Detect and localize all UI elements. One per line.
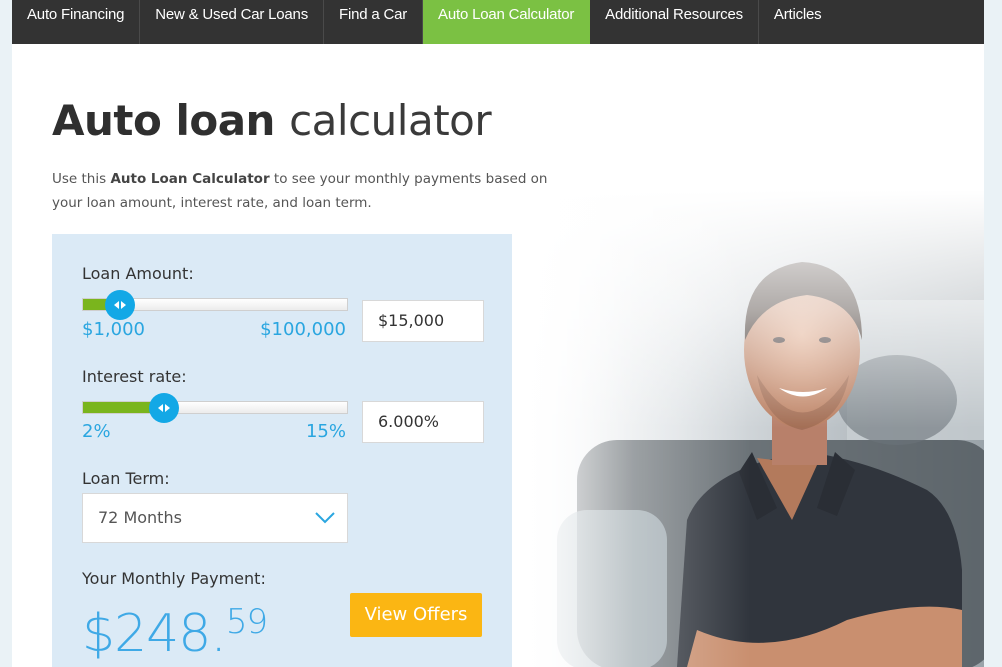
chevron-down-icon — [315, 512, 335, 524]
intro-text: Use this Auto Loan Calculator to see you… — [52, 167, 572, 215]
loan-term-label: Loan Term: — [82, 469, 170, 488]
loan-amount-min: $1,000 — [82, 319, 145, 340]
intro-bold: Auto Loan Calculator — [110, 171, 270, 187]
title-bold: Auto loan — [52, 96, 275, 145]
loan-amount-label: Loan Amount: — [82, 264, 194, 283]
payment-dollars: $248. — [82, 604, 227, 664]
calculator-panel: Loan Amount: $1,000 $100,000 $15,000 Int… — [52, 234, 512, 667]
title-light: calculator — [289, 96, 492, 145]
interest-rate-input[interactable]: 6.000% — [362, 401, 484, 443]
main-nav: Auto Financing New & Used Car Loans Find… — [12, 0, 984, 44]
payment-cents: 59 — [225, 602, 268, 642]
monthly-payment-label: Your Monthly Payment: — [82, 569, 266, 588]
nav-item-new-used-car-loans[interactable]: New & Used Car Loans — [140, 0, 325, 44]
slider-handle[interactable] — [149, 393, 180, 423]
nav-item-find-a-car[interactable]: Find a Car — [324, 0, 424, 44]
interest-rate-label: Interest rate: — [82, 367, 187, 386]
loan-amount-input[interactable]: $15,000 — [362, 300, 484, 342]
arrow-left-icon — [158, 404, 164, 412]
arrow-left-icon — [114, 301, 120, 309]
intro-pre: Use this — [52, 171, 111, 187]
slider-handle[interactable] — [105, 290, 136, 320]
loan-amount-slider[interactable] — [82, 290, 348, 320]
page-title: Auto loan calculator — [52, 96, 492, 145]
nav-item-auto-financing[interactable]: Auto Financing — [12, 0, 141, 44]
arrow-right-icon — [165, 404, 171, 412]
interest-rate-min: 2% — [82, 421, 111, 442]
loan-term-select[interactable]: 72 Months — [82, 493, 348, 543]
loan-amount-max: $100,000 — [260, 319, 346, 340]
hero-photo — [517, 190, 984, 667]
arrow-right-icon — [121, 301, 127, 309]
nav-item-additional-resources[interactable]: Additional Resources — [590, 0, 759, 44]
page: Auto Financing New & Used Car Loans Find… — [12, 0, 984, 667]
interest-rate-slider[interactable] — [82, 393, 348, 423]
monthly-payment-value: $248.59 — [82, 602, 268, 664]
loan-term-value: 72 Months — [98, 508, 182, 527]
man-portrait-image — [517, 190, 984, 667]
nav-item-articles[interactable]: Articles — [759, 0, 837, 44]
nav-item-auto-loan-calculator[interactable]: Auto Loan Calculator — [423, 0, 591, 44]
interest-rate-max: 15% — [305, 421, 346, 442]
view-offers-button[interactable]: View Offers — [350, 593, 482, 637]
